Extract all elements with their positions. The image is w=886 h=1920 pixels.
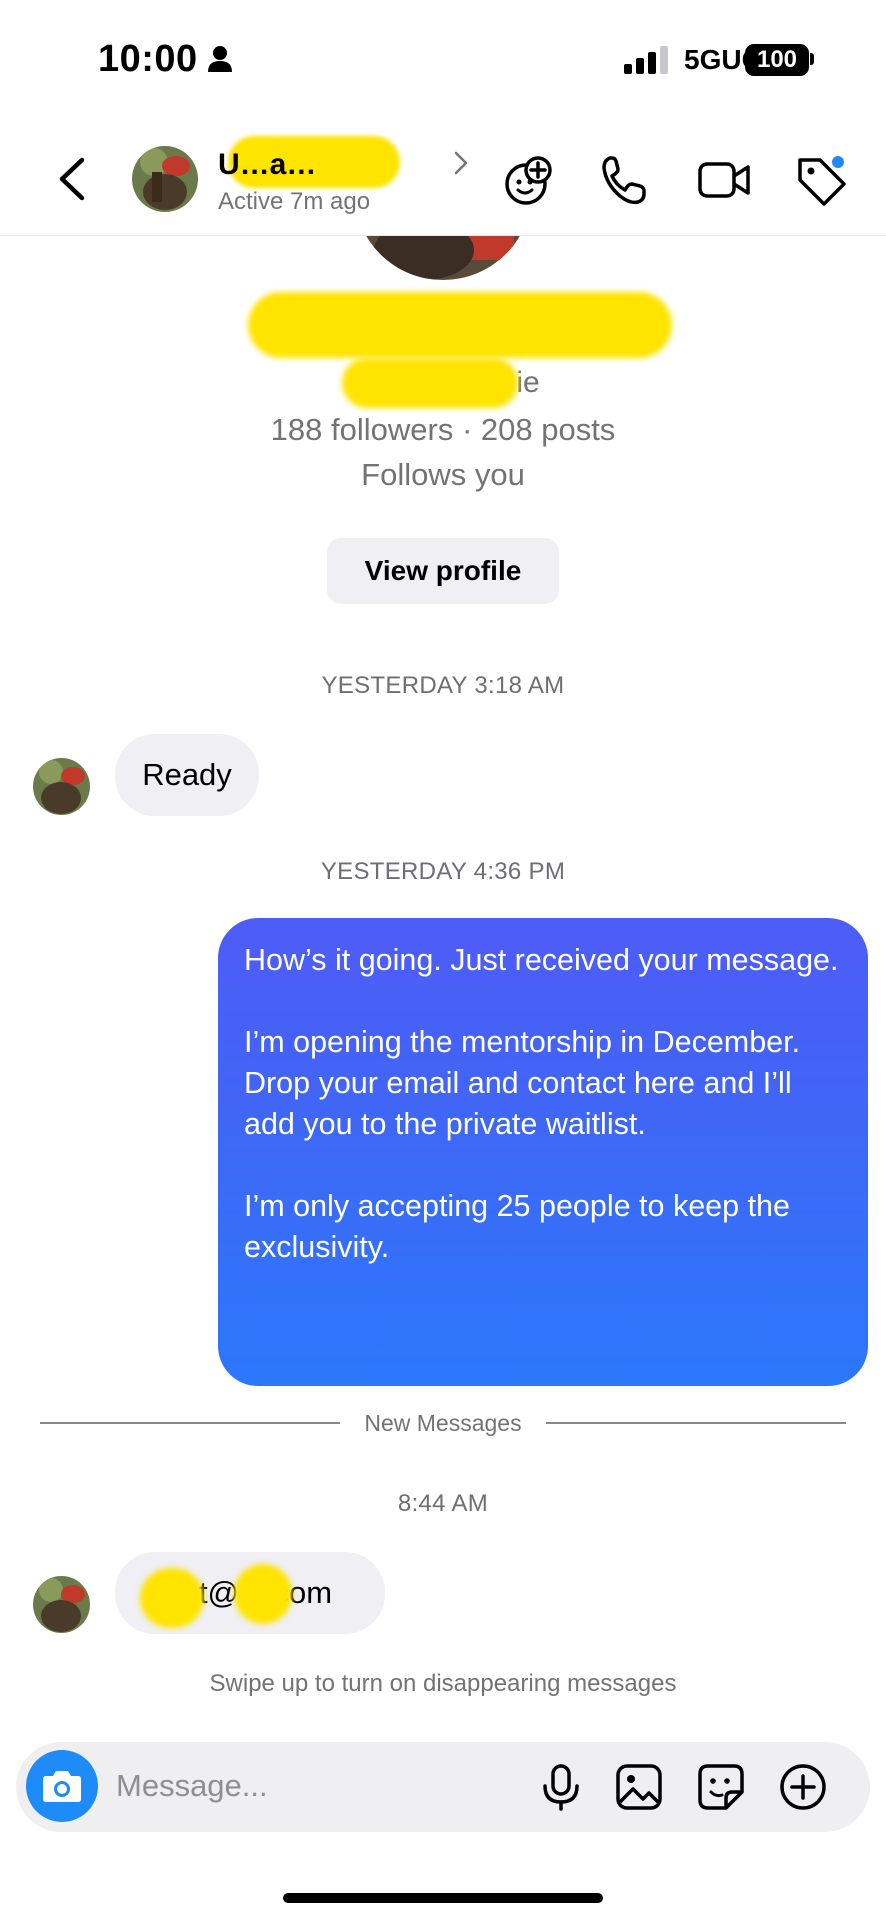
- phone-icon[interactable]: [596, 152, 652, 208]
- message-composer: [16, 1742, 870, 1832]
- message-input[interactable]: [116, 1768, 436, 1804]
- image-icon[interactable]: [614, 1762, 664, 1812]
- incoming-message-bubble[interactable]: Ready: [115, 734, 259, 816]
- message-timestamp: YESTERDAY 3:18 AM: [321, 672, 565, 699]
- message-paragraph: I’m opening the mentorship in December. …: [244, 1025, 801, 1141]
- new-messages-label: New Messages: [364, 1410, 522, 1436]
- plus-circle-icon[interactable]: [778, 1762, 828, 1812]
- avatar-photo-icon: [33, 758, 90, 815]
- microphone-icon[interactable]: [536, 1762, 586, 1812]
- message-timestamp: YESTERDAY 4:36 PM: [320, 858, 566, 885]
- contact-name[interactable]: U…a…: [218, 148, 316, 182]
- message-timestamp: 8:44 AM: [397, 1490, 489, 1517]
- sender-avatar[interactable]: [33, 1576, 90, 1633]
- back-button[interactable]: [52, 154, 92, 204]
- cellular-signal-icon: [624, 46, 668, 74]
- status-time: 10:00: [98, 38, 198, 80]
- message-paragraph: How’s it going. Just received your messa…: [244, 943, 839, 977]
- chat-header: U…a… Active 7m ago: [0, 120, 886, 236]
- disappearing-messages-hint[interactable]: Swipe up to turn on disappearing message…: [0, 1670, 886, 1698]
- chevron-right-icon: [454, 151, 468, 175]
- avatar-photo-icon: [132, 146, 198, 212]
- notification-dot: [830, 154, 846, 170]
- sender-avatar[interactable]: [33, 758, 90, 815]
- battery-nub: [810, 53, 814, 65]
- battery-indicator: 100: [745, 44, 809, 76]
- redaction-mark: [234, 1564, 292, 1624]
- redaction-mark: [248, 292, 672, 358]
- video-camera-icon[interactable]: [696, 152, 752, 208]
- redaction-mark: [342, 358, 518, 408]
- add-face-icon[interactable]: [500, 152, 556, 208]
- contact-avatar[interactable]: [132, 146, 198, 212]
- outgoing-message-bubble[interactable]: How’s it going. Just received your messa…: [218, 918, 868, 1386]
- contact-active-status: Active 7m ago: [218, 188, 371, 215]
- camera-button[interactable]: [26, 1750, 98, 1822]
- sticker-icon[interactable]: [696, 1762, 746, 1812]
- avatar-photo-icon: [33, 1576, 90, 1633]
- message-paragraph: I’m only accepting 25 people to keep the…: [244, 1189, 790, 1264]
- follows-you-label: Follows you: [361, 457, 525, 492]
- redaction-mark: [140, 1568, 204, 1628]
- profile-stats: 188 followers · 208 posts: [270, 412, 616, 447]
- home-indicator[interactable]: [283, 1893, 603, 1903]
- view-profile-button[interactable]: View profile: [327, 538, 559, 604]
- status-bar: 10:00 5GUC 100: [0, 0, 886, 120]
- camera-icon: [43, 1771, 81, 1802]
- person-icon: [208, 46, 232, 72]
